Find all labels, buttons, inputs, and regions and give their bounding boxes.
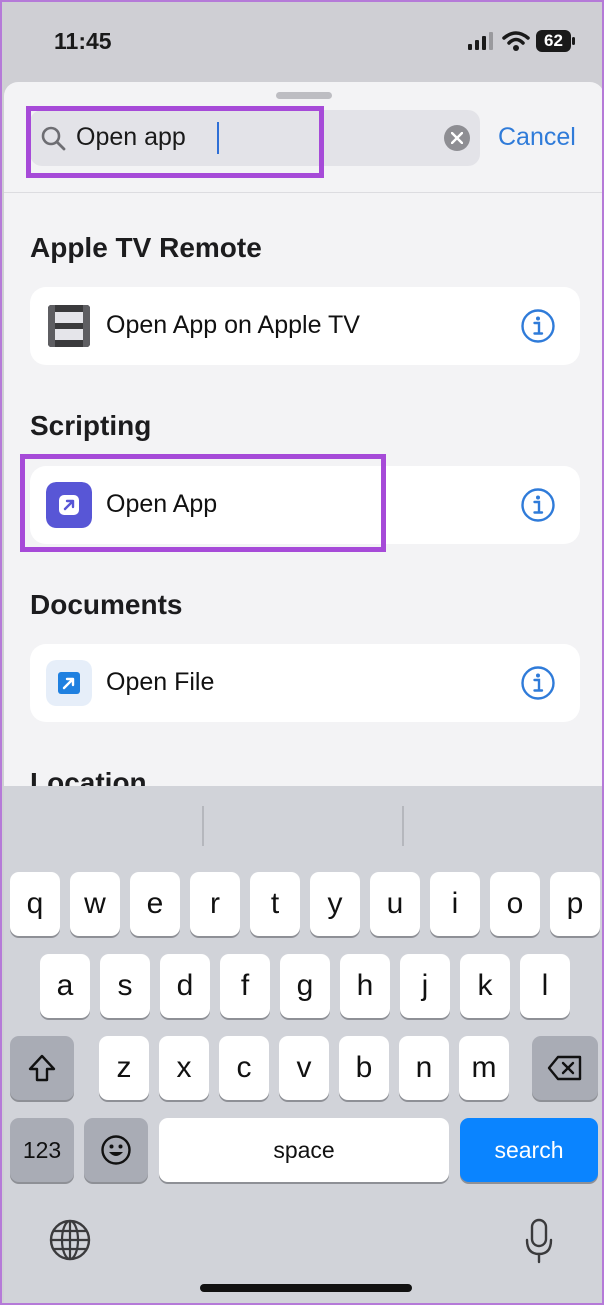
- header-divider: [4, 192, 602, 193]
- key-v[interactable]: v: [279, 1036, 329, 1100]
- search-icon: [41, 126, 66, 151]
- close-icon: [451, 132, 463, 144]
- key-c[interactable]: c: [219, 1036, 269, 1100]
- key-m[interactable]: m: [459, 1036, 509, 1100]
- suggestion-divider: [202, 806, 204, 846]
- phone-screen: 11:45 62 Open app Cancel Apple TV Remote…: [0, 0, 604, 1305]
- globe-icon[interactable]: [48, 1218, 92, 1262]
- battery-level: 62: [544, 31, 563, 50]
- key-s[interactable]: s: [100, 954, 150, 1018]
- status-bar: 11:45 62: [2, 2, 602, 82]
- cellular-signal-icon: [468, 32, 493, 50]
- key-l[interactable]: l: [520, 954, 570, 1018]
- wifi-icon: [502, 31, 530, 51]
- key-x[interactable]: x: [159, 1036, 209, 1100]
- home-indicator[interactable]: [200, 1284, 412, 1292]
- shift-icon: [28, 1054, 56, 1082]
- battery-icon: 62: [536, 30, 576, 52]
- key-o[interactable]: o: [490, 872, 540, 936]
- key-g[interactable]: g: [280, 954, 330, 1018]
- microphone-icon[interactable]: [524, 1218, 554, 1264]
- shift-key[interactable]: [10, 1036, 74, 1100]
- search-bar: Cancel: [4, 110, 602, 190]
- key-u[interactable]: u: [370, 872, 420, 936]
- key-b[interactable]: b: [339, 1036, 389, 1100]
- sheet-grabber[interactable]: [276, 92, 332, 99]
- search-sheet: Cancel Apple TV Remote Open App on Apple…: [4, 82, 602, 802]
- key-e[interactable]: e: [130, 872, 180, 936]
- key-p[interactable]: p: [550, 872, 600, 936]
- film-strip-icon: [46, 303, 92, 349]
- open-app-arrow-icon: [46, 482, 92, 528]
- action-open-file[interactable]: Open File: [30, 644, 580, 722]
- cancel-button[interactable]: Cancel: [498, 123, 576, 152]
- text-cursor: [217, 122, 219, 154]
- key-f[interactable]: f: [220, 954, 270, 1018]
- clear-search-button[interactable]: [444, 125, 470, 151]
- key-h[interactable]: h: [340, 954, 390, 1018]
- search-key[interactable]: search: [460, 1118, 598, 1182]
- key-w[interactable]: w: [70, 872, 120, 936]
- numbers-key[interactable]: 123: [10, 1118, 74, 1182]
- key-q[interactable]: q: [10, 872, 60, 936]
- action-open-app[interactable]: Open App: [30, 466, 580, 544]
- info-icon[interactable]: [520, 665, 556, 701]
- info-icon[interactable]: [520, 487, 556, 523]
- search-field[interactable]: [30, 110, 480, 166]
- status-time: 11:45: [54, 28, 112, 54]
- key-y[interactable]: y: [310, 872, 360, 936]
- action-open-app-on-apple-tv[interactable]: Open App on Apple TV: [30, 287, 580, 365]
- key-k[interactable]: k: [460, 954, 510, 1018]
- action-label: Open App: [106, 490, 218, 518]
- keyboard: qwertyuiop asdfghjkl zxcvbnm 123 space s…: [4, 786, 602, 1303]
- key-i[interactable]: i: [430, 872, 480, 936]
- key-t[interactable]: t: [250, 872, 300, 936]
- key-d[interactable]: d: [160, 954, 210, 1018]
- info-icon[interactable]: [520, 308, 556, 344]
- search-input[interactable]: [76, 119, 436, 155]
- key-n[interactable]: n: [399, 1036, 449, 1100]
- key-a[interactable]: a: [40, 954, 90, 1018]
- backspace-key[interactable]: [532, 1036, 598, 1100]
- emoji-key[interactable]: [84, 1118, 148, 1182]
- section-title-documents: Documents: [30, 589, 183, 620]
- suggestion-divider: [402, 806, 404, 846]
- key-z[interactable]: z: [99, 1036, 149, 1100]
- emoji-icon: [101, 1135, 131, 1165]
- section-title-scripting: Scripting: [30, 410, 152, 441]
- open-file-arrow-icon: [46, 660, 92, 706]
- backspace-icon: [547, 1055, 582, 1081]
- space-key[interactable]: space: [159, 1118, 449, 1182]
- action-label: Open App on Apple TV: [106, 311, 360, 339]
- key-r[interactable]: r: [190, 872, 240, 936]
- key-j[interactable]: j: [400, 954, 450, 1018]
- action-label: Open File: [106, 668, 215, 696]
- section-title-apple-tv-remote: Apple TV Remote: [30, 232, 262, 263]
